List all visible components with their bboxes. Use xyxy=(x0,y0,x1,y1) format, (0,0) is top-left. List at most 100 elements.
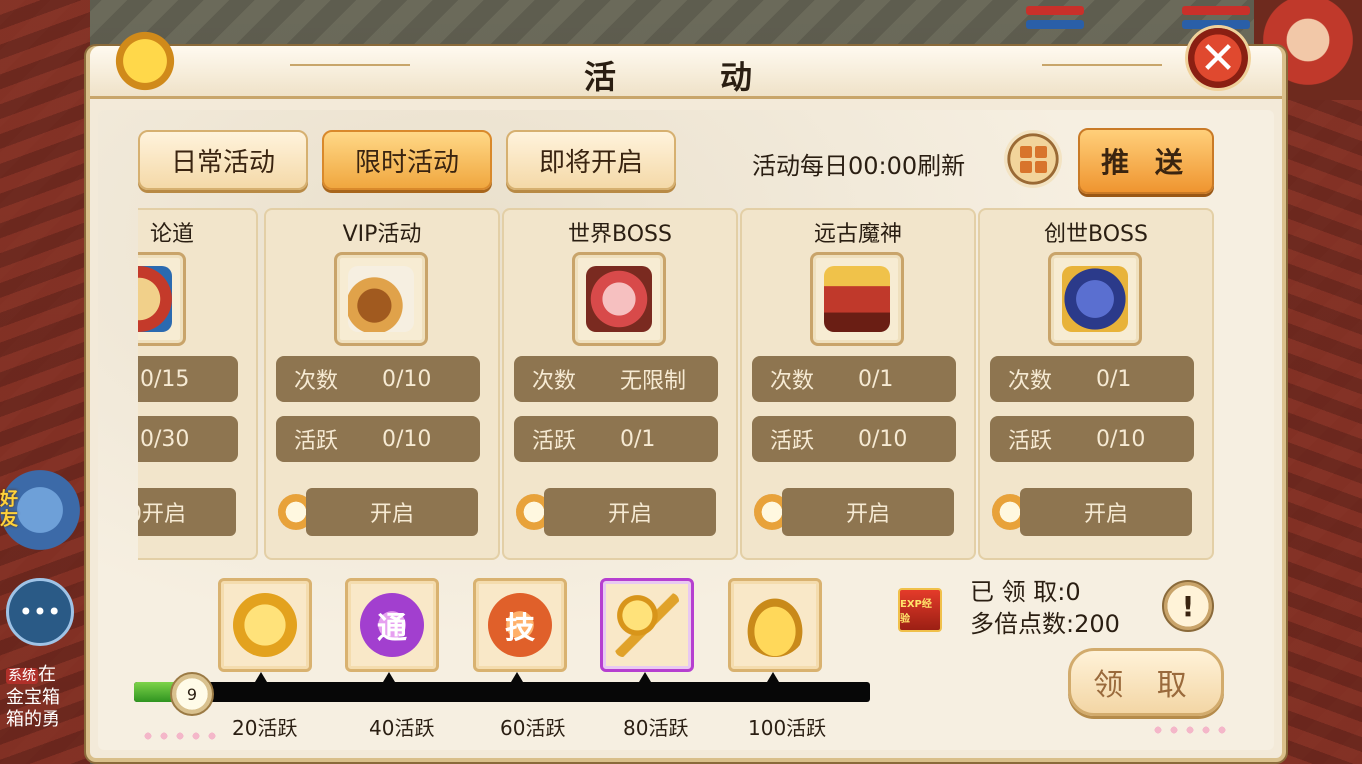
claim-summary: 已 领 取:0 多倍点数:200 xyxy=(970,576,1120,640)
count-stat: 0/15 xyxy=(138,356,238,402)
stat-label: 活跃 xyxy=(770,429,815,454)
activity-name: 世界BOSS xyxy=(568,222,672,247)
friend-label: 好友 xyxy=(0,489,18,530)
stat-value: 0/10 xyxy=(382,426,432,452)
activity-progress-bar xyxy=(134,682,870,702)
count-stat: 次数 0/10 xyxy=(276,356,480,402)
genesis-boss-icon xyxy=(1048,252,1142,346)
activity-card-list[interactable]: 论道 0/15 0/30 00开启 VIP活动 次数 0/10 活跃 0/10 开启… xyxy=(138,208,1214,560)
tab-upcoming[interactable]: 即将开启 xyxy=(506,130,676,190)
activity-name: 创世BOSS xyxy=(1044,222,1148,247)
reward-slot[interactable] xyxy=(728,578,822,672)
friend-button[interactable]: 好友 xyxy=(0,470,80,550)
chat-bubble-icon[interactable]: ••• xyxy=(6,578,74,646)
reward-slot[interactable] xyxy=(218,578,312,672)
open-button[interactable]: 开启 xyxy=(306,488,478,536)
activity-card[interactable]: 世界BOSS 次数 无限制 活跃 0/1 开启 xyxy=(502,208,738,560)
milestone-tick xyxy=(511,672,523,682)
chat-log: 系统在 金宝箱 箱的勇 xyxy=(6,664,86,731)
milestone-tick xyxy=(767,672,779,682)
horn-icon xyxy=(334,252,428,346)
tab-daily[interactable]: 日常活动 xyxy=(138,130,308,190)
stat-value: 0/1 xyxy=(858,366,894,392)
stat-label: 活跃 xyxy=(1008,429,1053,454)
stat-label: 活跃 xyxy=(294,429,339,454)
stat-value: 0/1 xyxy=(620,426,656,452)
stat-value: 0/10 xyxy=(858,426,908,452)
milestone-tick xyxy=(383,672,395,682)
activity-stat: 0/30 xyxy=(138,416,238,462)
info-icon[interactable]: ! xyxy=(1162,580,1214,632)
system-tag: 系统 xyxy=(6,668,38,684)
activity-name: VIP活动 xyxy=(342,222,422,247)
hp-bar xyxy=(1182,6,1250,15)
skill-token-icon: 技 xyxy=(488,593,552,657)
exp-badge-icon: EXP经验 xyxy=(898,588,942,632)
activity-stat: 活跃 0/10 xyxy=(276,416,480,462)
stat-label: 活跃 xyxy=(532,429,577,454)
activity-card[interactable]: 远古魔神 次数 0/1 活跃 0/10 开启 xyxy=(740,208,976,560)
activity-stat: 活跃 0/10 xyxy=(752,416,956,462)
reward-slot[interactable] xyxy=(600,578,694,672)
activity-card[interactable]: 创世BOSS 次数 0/1 活跃 0/10 开启 xyxy=(978,208,1214,560)
multiplier-points: 多倍点数:200 xyxy=(970,610,1120,638)
activity-name: 远古魔神 xyxy=(813,222,902,247)
push-button[interactable]: 推 送 xyxy=(1078,128,1214,194)
title-bar: 活 动 xyxy=(90,46,1282,99)
martial-emblem-icon xyxy=(138,252,186,346)
count-stat: 次数 0/1 xyxy=(990,356,1194,402)
stat-value: 0/10 xyxy=(382,366,432,392)
activity-stat: 活跃 0/1 xyxy=(514,416,718,462)
stat-value: 0/1 xyxy=(1096,366,1132,392)
stat-value: 0/15 xyxy=(140,366,190,392)
milestone-label: 40活跃 xyxy=(369,716,435,740)
chat-line: 金宝箱 xyxy=(6,687,60,708)
milestone-label: 80活跃 xyxy=(623,716,689,740)
activity-card[interactable]: 论道 0/15 0/30 00开启 xyxy=(138,208,258,560)
blossom-decoration xyxy=(140,728,220,748)
open-time-button[interactable]: 00开启 xyxy=(138,488,236,536)
stat-label: 次数 xyxy=(1008,369,1053,394)
blossom-decoration xyxy=(1150,722,1230,742)
stat-value: 0/10 xyxy=(1096,426,1146,452)
reward-slot[interactable]: 通 xyxy=(345,578,439,672)
claimed-count: 已 领 取:0 xyxy=(970,578,1081,606)
tong-token-icon: 通 xyxy=(360,593,424,657)
open-button[interactable]: 开启 xyxy=(782,488,954,536)
tab-limited[interactable]: 限时活动 xyxy=(322,130,492,190)
stat-label: 次数 xyxy=(770,369,815,394)
chat-line: 箱的勇 xyxy=(6,709,60,730)
count-stat: 次数 0/1 xyxy=(752,356,956,402)
refresh-notice: 活动每日00:00刷新 xyxy=(752,152,966,180)
scroll-icon xyxy=(110,28,180,94)
count-stat: 次数 无限制 xyxy=(514,356,718,402)
palace-roof-left xyxy=(0,0,90,764)
golden-key-icon xyxy=(615,593,679,657)
milestone-tick xyxy=(639,672,651,682)
milestone-label: 100活跃 xyxy=(748,716,827,740)
treasure-bag-icon xyxy=(743,593,807,657)
claim-button[interactable]: 领 取 xyxy=(1068,648,1224,716)
grid-menu-icon[interactable] xyxy=(1004,130,1062,188)
open-button[interactable]: 开启 xyxy=(1020,488,1192,536)
stat-value: 0/30 xyxy=(140,426,190,452)
close-icon[interactable]: ✕ xyxy=(1188,28,1248,88)
stat-label: 次数 xyxy=(294,369,339,394)
milestone-label: 60活跃 xyxy=(500,716,566,740)
activity-card[interactable]: VIP活动 次数 0/10 活跃 0/10 开启 xyxy=(264,208,500,560)
hp-bar xyxy=(1026,6,1084,15)
stat-label: 次数 xyxy=(532,369,577,394)
chat-line: 在 xyxy=(38,664,56,685)
activity-name: 论道 xyxy=(149,222,194,247)
reward-slot[interactable]: 技 xyxy=(473,578,567,672)
gold-coin-icon xyxy=(233,593,297,657)
page-title: 活 动 xyxy=(583,58,788,96)
world-boss-icon xyxy=(572,252,666,346)
stat-value: 无限制 xyxy=(620,369,687,394)
open-button[interactable]: 开启 xyxy=(544,488,716,536)
progress-value: 9 xyxy=(170,672,214,716)
ancient-demon-god-icon xyxy=(810,252,904,346)
milestone-label: 20活跃 xyxy=(232,716,298,740)
milestone-tick xyxy=(255,672,267,682)
mp-bar xyxy=(1026,20,1084,29)
